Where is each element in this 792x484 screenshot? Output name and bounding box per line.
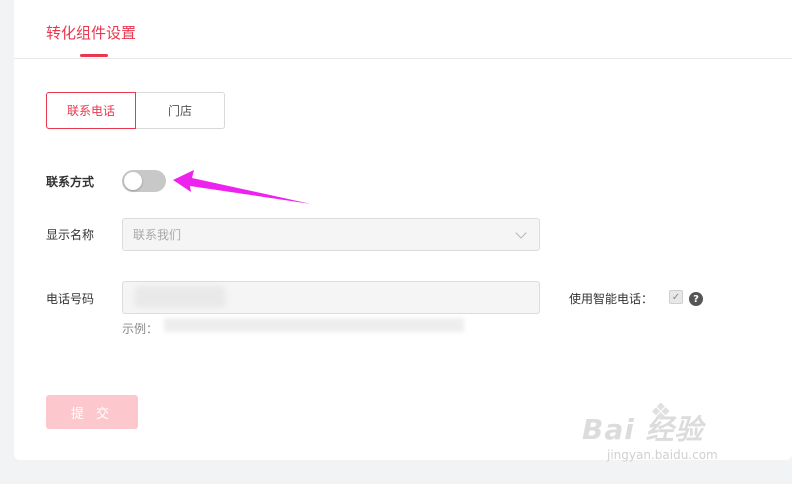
- baidu-watermark: Bai 经验 ❖ jingyan.baidu.com: [582, 398, 782, 468]
- paw-icon: ❖: [650, 398, 672, 426]
- watermark-logo: Bai 经验: [582, 413, 704, 446]
- watermark-url: jingyan.baidu.com: [607, 448, 718, 462]
